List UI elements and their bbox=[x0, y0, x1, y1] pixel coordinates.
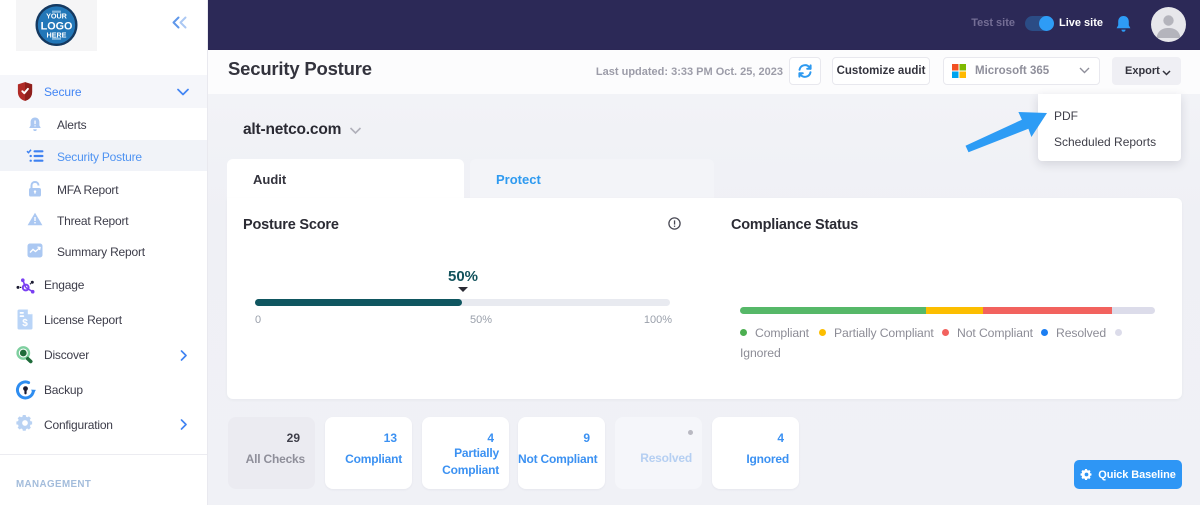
svg-text:YOUR: YOUR bbox=[46, 12, 68, 21]
svg-text:HERE: HERE bbox=[47, 30, 67, 39]
svg-text:$: $ bbox=[22, 318, 28, 329]
